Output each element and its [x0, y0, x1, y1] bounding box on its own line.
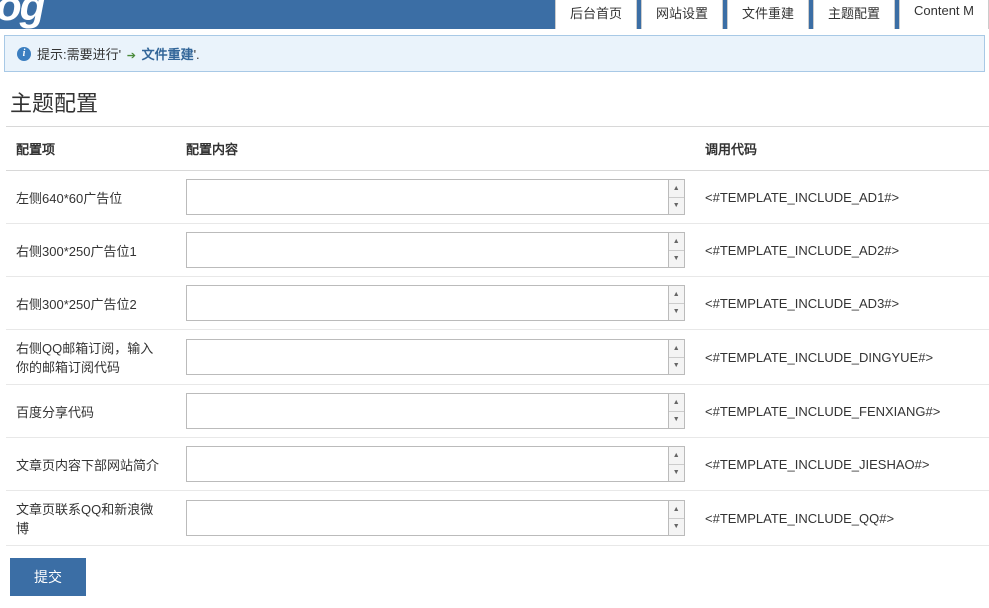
config-item-label: 右侧300*250广告位2 — [6, 277, 176, 330]
textarea-resize-spinner: ▲▼ — [669, 500, 685, 536]
config-content-cell: ▲▼ — [176, 171, 695, 224]
header-code: 调用代码 — [695, 127, 989, 171]
config-code: <#TEMPLATE_INCLUDE_DINGYUE#> — [695, 330, 989, 385]
spinner-up-icon[interactable]: ▲ — [669, 180, 684, 198]
textarea-resize-spinner: ▲▼ — [669, 393, 685, 429]
spinner-up-icon[interactable]: ▲ — [669, 340, 684, 358]
nav-tab-home[interactable]: 后台首页 — [555, 0, 637, 29]
table-row: 右侧300*250广告位2 ▲▼ <#TEMPLATE_INCLUDE_AD3#> — [6, 277, 989, 330]
nav-tab-file-rebuild[interactable]: 文件重建 — [727, 0, 809, 29]
config-textarea[interactable] — [186, 179, 669, 215]
spinner-down-icon[interactable]: ▼ — [669, 519, 684, 536]
config-code: <#TEMPLATE_INCLUDE_AD3#> — [695, 277, 989, 330]
table-row: 右侧QQ邮箱订阅，输入你的邮箱订阅代码 ▲▼ <#TEMPLATE_INCLUDE_… — [6, 330, 989, 385]
textarea-resize-spinner: ▲▼ — [669, 446, 685, 482]
config-code: <#TEMPLATE_INCLUDE_JIESHAO#> — [695, 438, 989, 491]
submit-button[interactable]: 提交 — [10, 558, 86, 596]
config-textarea[interactable] — [186, 285, 669, 321]
config-content-cell: ▲▼ — [176, 224, 695, 277]
spinner-up-icon[interactable]: ▲ — [669, 233, 684, 251]
config-content-cell: ▲▼ — [176, 491, 695, 546]
arrow-right-icon: ➔ — [127, 50, 136, 62]
table-row: 左侧640*60广告位 ▲▼ <#TEMPLATE_INCLUDE_AD1#> — [6, 171, 989, 224]
spinner-down-icon[interactable]: ▼ — [669, 465, 684, 482]
config-item-label: 左侧640*60广告位 — [6, 171, 176, 224]
header-bar: og 后台首页 网站设置 文件重建 主题配置 Content M — [0, 0, 989, 29]
table-row: 文章页内容下部网站简介 ▲▼ <#TEMPLATE_INCLUDE_JIESHAO#… — [6, 438, 989, 491]
submit-row: 提交 — [0, 546, 989, 608]
table-row: 右侧300*250广告位1 ▲▼ <#TEMPLATE_INCLUDE_AD2#> — [6, 224, 989, 277]
spinner-down-icon[interactable]: ▼ — [669, 198, 684, 215]
config-code: <#TEMPLATE_INCLUDE_FENXIANG#> — [695, 385, 989, 438]
config-item-label: 右侧QQ邮箱订阅，输入你的邮箱订阅代码 — [6, 330, 176, 385]
alert-link-rebuild[interactable]: 文件重建 — [142, 47, 194, 62]
textarea-resize-spinner: ▲▼ — [669, 285, 685, 321]
config-content-cell: ▲▼ — [176, 438, 695, 491]
info-icon: i — [17, 47, 31, 61]
alert-text: 提示:需要进行' ➔ 文件重建'. — [37, 44, 200, 63]
config-content-cell: ▲▼ — [176, 330, 695, 385]
spinner-up-icon[interactable]: ▲ — [669, 394, 684, 412]
config-item-label: 文章页联系QQ和新浪微博 — [6, 491, 176, 546]
config-textarea[interactable] — [186, 339, 669, 375]
header-content: 配置内容 — [176, 127, 695, 171]
spinner-down-icon[interactable]: ▼ — [669, 358, 684, 375]
alert-suffix: '. — [194, 47, 200, 62]
alert-prefix: 提示:需要进行' — [37, 47, 125, 62]
table-row: 文章页联系QQ和新浪微博 ▲▼ <#TEMPLATE_INCLUDE_QQ#> — [6, 491, 989, 546]
config-content-cell: ▲▼ — [176, 385, 695, 438]
nav-tab-theme-config[interactable]: 主题配置 — [813, 0, 895, 29]
textarea-resize-spinner: ▲▼ — [669, 339, 685, 375]
nav-tab-site-settings[interactable]: 网站设置 — [641, 0, 723, 29]
spinner-up-icon[interactable]: ▲ — [669, 501, 684, 519]
header-item: 配置项 — [6, 127, 176, 171]
textarea-resize-spinner: ▲▼ — [669, 232, 685, 268]
nav-tab-content[interactable]: Content M — [899, 0, 989, 29]
config-content-cell: ▲▼ — [176, 277, 695, 330]
spinner-up-icon[interactable]: ▲ — [669, 286, 684, 304]
spinner-down-icon[interactable]: ▼ — [669, 412, 684, 429]
alert-bar: i 提示:需要进行' ➔ 文件重建'. — [4, 35, 985, 72]
config-item-label: 右侧300*250广告位1 — [6, 224, 176, 277]
config-textarea[interactable] — [186, 500, 669, 536]
spinner-up-icon[interactable]: ▲ — [669, 447, 684, 465]
config-textarea[interactable] — [186, 393, 669, 429]
spinner-down-icon[interactable]: ▼ — [669, 304, 684, 321]
config-item-label: 文章页内容下部网站简介 — [6, 438, 176, 491]
config-code: <#TEMPLATE_INCLUDE_AD2#> — [695, 224, 989, 277]
config-item-label: 百度分享代码 — [6, 385, 176, 438]
spinner-down-icon[interactable]: ▼ — [669, 251, 684, 268]
config-textarea[interactable] — [186, 232, 669, 268]
config-table: 配置项 配置内容 调用代码 左侧640*60广告位▲▼<#TEMPLATE_IN… — [6, 126, 989, 546]
page-title: 主题配置 — [0, 72, 989, 126]
textarea-resize-spinner: ▲▼ — [669, 179, 685, 215]
logo-fragment: og — [0, 0, 43, 30]
config-code: <#TEMPLATE_INCLUDE_AD1#> — [695, 171, 989, 224]
table-header-row: 配置项 配置内容 调用代码 — [6, 127, 989, 171]
table-row: 百度分享代码 ▲▼ <#TEMPLATE_INCLUDE_FENXIANG#> — [6, 385, 989, 438]
nav-tabs: 后台首页 网站设置 文件重建 主题配置 Content M — [551, 0, 989, 29]
config-textarea[interactable] — [186, 446, 669, 482]
config-code: <#TEMPLATE_INCLUDE_QQ#> — [695, 491, 989, 546]
